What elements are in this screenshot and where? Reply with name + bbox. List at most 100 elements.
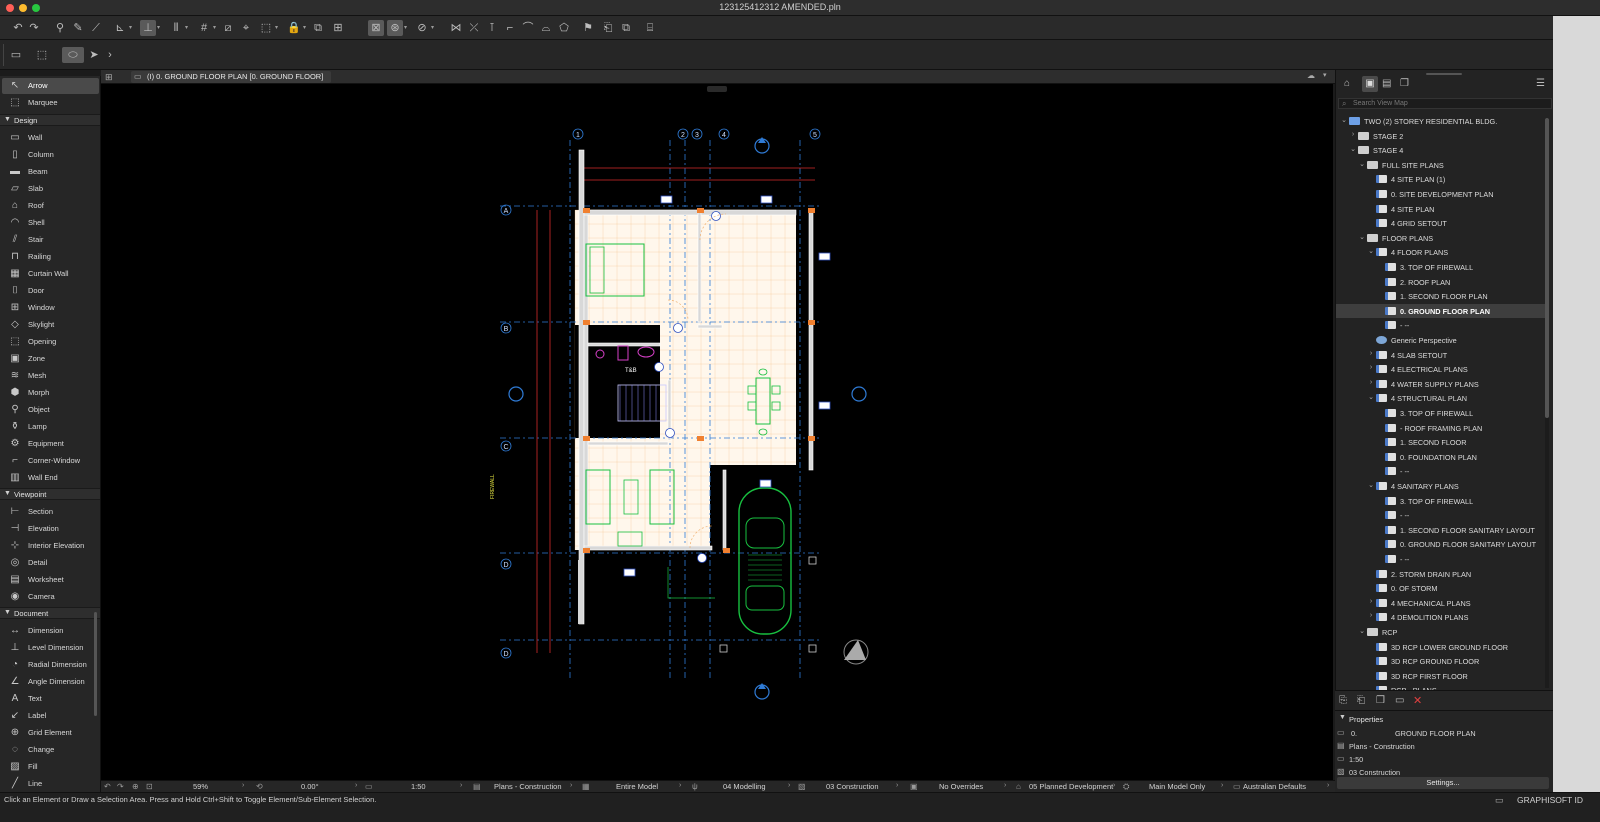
view-map-item-separator[interactable]: - -- [1336, 464, 1546, 478]
dropdown-caret-icon[interactable]: ▾ [275, 20, 281, 36]
navigator-scroll-thumb[interactable] [1545, 118, 1549, 418]
tool-column[interactable]: ▯ Column [2, 147, 99, 163]
adjust-icon[interactable]: ⤫ [466, 20, 482, 36]
tool-zone[interactable]: ▣ Zone [2, 351, 99, 367]
canvas-split-handle[interactable] [707, 86, 727, 92]
view-map-item-1-second-floor[interactable]: 1. SECOND FLOOR [1336, 435, 1546, 449]
view-map-item-generic-perspective[interactable]: Generic Perspective [1336, 333, 1546, 347]
delete-icon[interactable]: ✕ [1413, 694, 1422, 707]
tool-section[interactable]: ⊢ Section [2, 504, 99, 520]
tool-wall-end[interactable]: ▥ Wall End [2, 470, 99, 486]
tool-camera[interactable]: ◉ Camera [2, 589, 99, 605]
view-set-caret-icon[interactable]: › [570, 782, 572, 789]
angle-caret-icon[interactable]: › [355, 782, 357, 789]
zoom-caret-icon[interactable]: › [242, 782, 244, 789]
view-map-item-floor-plans[interactable]: ⌄ FLOOR PLANS [1336, 231, 1546, 245]
renovation-filter-icon[interactable]: ⊘ [414, 20, 430, 36]
view-map-item-0-ground-floor-sanitary-layout[interactable]: 0. GROUND FLOOR SANITARY LAYOUT [1336, 537, 1546, 551]
overrides-caret-icon[interactable]: › [1004, 782, 1006, 789]
tool-angle-dimension[interactable]: ∠ Angle Dimension [2, 674, 99, 690]
tool-railing[interactable]: ⊓ Railing [2, 249, 99, 265]
tool-equipment[interactable]: ⚙ Equipment [2, 436, 99, 452]
construction-grid-icon[interactable]: ⧄ [220, 20, 236, 36]
dropdown-caret-icon[interactable]: ▾ [129, 20, 135, 36]
scale-value[interactable]: 1:50 [411, 782, 426, 791]
view-map-item-2-roof-plan[interactable]: 2. ROOF PLAN [1336, 275, 1546, 289]
geometry-method-icon[interactable]: ⬭ [62, 47, 84, 63]
chevron-down-icon[interactable]: ⌄ [1367, 393, 1375, 401]
navigator-menu-icon[interactable]: ☰ [1536, 78, 1545, 89]
tool-worksheet[interactable]: ▤ Worksheet [2, 572, 99, 588]
view-options-icon[interactable]: ☁ [1307, 71, 1315, 80]
chevron-down-icon[interactable]: ⌄ [1358, 160, 1366, 168]
tool-arrow[interactable]: ↖ Arrow [2, 78, 99, 94]
dimension-value[interactable]: Australian Defaults [1243, 782, 1306, 791]
view-map-icon[interactable]: ▣ [1362, 76, 1378, 92]
view-map-item-4-slab-setout[interactable]: › 4 SLAB SETOUT [1336, 348, 1546, 362]
view-map-item-separator[interactable]: - -- [1336, 552, 1546, 566]
more-icon[interactable]: › [102, 47, 118, 63]
project-map-icon[interactable]: ⌂ [1344, 78, 1350, 89]
element-settings-icon[interactable]: ⬚ [34, 47, 50, 63]
section-document[interactable]: ▼ Document [0, 607, 100, 619]
inject-parameters-icon[interactable]: ✎ [70, 20, 86, 36]
pick-up-parameters-icon[interactable]: ⚲ [52, 20, 68, 36]
view-map-item-4-grid-setout[interactable]: 4 GRID SETOUT [1336, 216, 1546, 230]
angle-value[interactable]: 0.00° [301, 782, 319, 791]
undo-icon[interactable]: ↶ [10, 20, 26, 36]
view-map-item-4-structural-plan[interactable]: ⌄ 4 STRUCTURAL PLAN [1336, 391, 1546, 405]
view-map-item-rcp[interactable]: ⌄ RCP [1336, 625, 1546, 639]
scale-caret-icon[interactable]: › [460, 782, 462, 789]
view-map-item-two-2-storey-residential-bldg[interactable]: ⌄ TWO (2) STOREY RESIDENTIAL BLDG. [1336, 114, 1546, 128]
tool-grid-element[interactable]: ⊕ Grid Element [2, 725, 99, 741]
view-map-item-3d-rcp-ground-floor[interactable]: 3D RCP GROUND FLOOR [1336, 654, 1546, 668]
renovation-value[interactable]: 05 Planned Development [1029, 782, 1113, 791]
view-set-value[interactable]: Plans - Construction [494, 782, 562, 791]
view-name-value[interactable]: GROUND FLOOR PLAN [1395, 729, 1476, 738]
tool-skylight[interactable]: ◇ Skylight [2, 317, 99, 333]
view-map-item-4-demolition-plans[interactable]: › 4 DEMOLITION PLANS [1336, 610, 1546, 624]
arrow-tool-icon[interactable]: ➤ [86, 47, 102, 63]
panel-drag-handle[interactable] [1426, 73, 1462, 75]
info-box-settings-icon[interactable]: ▭ [8, 47, 24, 63]
view-map-item-0-of-storm[interactable]: 0. OF STORM [1336, 581, 1546, 595]
tool-roof[interactable]: ⌂ Roof [2, 198, 99, 214]
gravity-icon[interactable]: ⫴ [168, 20, 184, 36]
view-map-item-4-site-plan[interactable]: 4 SITE PLAN [1336, 202, 1546, 216]
tool-fill[interactable]: ▨ Fill [2, 759, 99, 775]
view-id-value[interactable]: 0. [1351, 729, 1357, 738]
layout-book-icon[interactable]: ▤ [1382, 78, 1391, 89]
cursor-snap-icon[interactable]: ⌖ [238, 20, 254, 36]
magnet-icon[interactable]: ⊛ [387, 20, 403, 36]
panel-toggle-icon[interactable]: ▭ [1495, 795, 1504, 806]
renovation-caret-icon[interactable]: › [1113, 782, 1115, 789]
view-map-item-stage-2[interactable]: › STAGE 2 [1336, 129, 1546, 143]
graphisoft-id-link[interactable]: GRAPHISOFT ID [1517, 795, 1583, 805]
tool-object[interactable]: ⚲ Object [2, 402, 99, 418]
tool-beam[interactable]: ▬ Beam [2, 164, 99, 180]
view-map-item-0-site-development-plan[interactable]: 0. SITE DEVELOPMENT PLAN [1336, 187, 1546, 201]
fillet-icon[interactable]: ⌐ [502, 20, 518, 36]
chevron-down-icon[interactable]: ⌄ [1349, 145, 1357, 153]
guide-lines-icon[interactable]: ⊥ [140, 20, 156, 36]
floor-plan-canvas[interactable]: 1 2 3 4 5 A B C D D T&B FIREWALL [101, 84, 1333, 780]
tool-door[interactable]: ⌷ Door [2, 283, 99, 299]
flag-icon[interactable]: ⚑ [580, 20, 596, 36]
grid-snap-icon[interactable]: # [196, 20, 212, 36]
toolbox-scrollbar[interactable] [94, 612, 97, 716]
tool-dimension[interactable]: ↔ Dimension [2, 623, 99, 639]
layer-combo-caret-icon[interactable]: › [896, 782, 898, 789]
tool-wall[interactable]: ▭ Wall [2, 130, 99, 146]
chevron-right-icon[interactable]: › [1367, 612, 1375, 619]
layers-icon[interactable]: ⧉ [618, 20, 634, 36]
tool-corner-window[interactable]: ⌐ Corner-Window [2, 453, 99, 469]
model-value[interactable]: Entire Model [616, 782, 658, 791]
view-map-item-4-site-plan-1[interactable]: 4 SITE PLAN (1) [1336, 172, 1546, 186]
clone-view-icon[interactable]: ⎗ [1357, 695, 1365, 706]
scale-prop[interactable]: 1:50 [1349, 755, 1363, 764]
zoom-fit-icon[interactable]: ⊡ [146, 782, 153, 791]
view-map-item-4-mechanical-plans[interactable]: › 4 MECHANICAL PLANS [1336, 596, 1546, 610]
view-map-item-3-top-of-firewall[interactable]: 3. TOP OF FIREWALL [1336, 260, 1546, 274]
trace-ref-icon[interactable]: ⊞ [330, 20, 346, 36]
view-options-caret-icon[interactable]: ▾ [1323, 71, 1327, 79]
